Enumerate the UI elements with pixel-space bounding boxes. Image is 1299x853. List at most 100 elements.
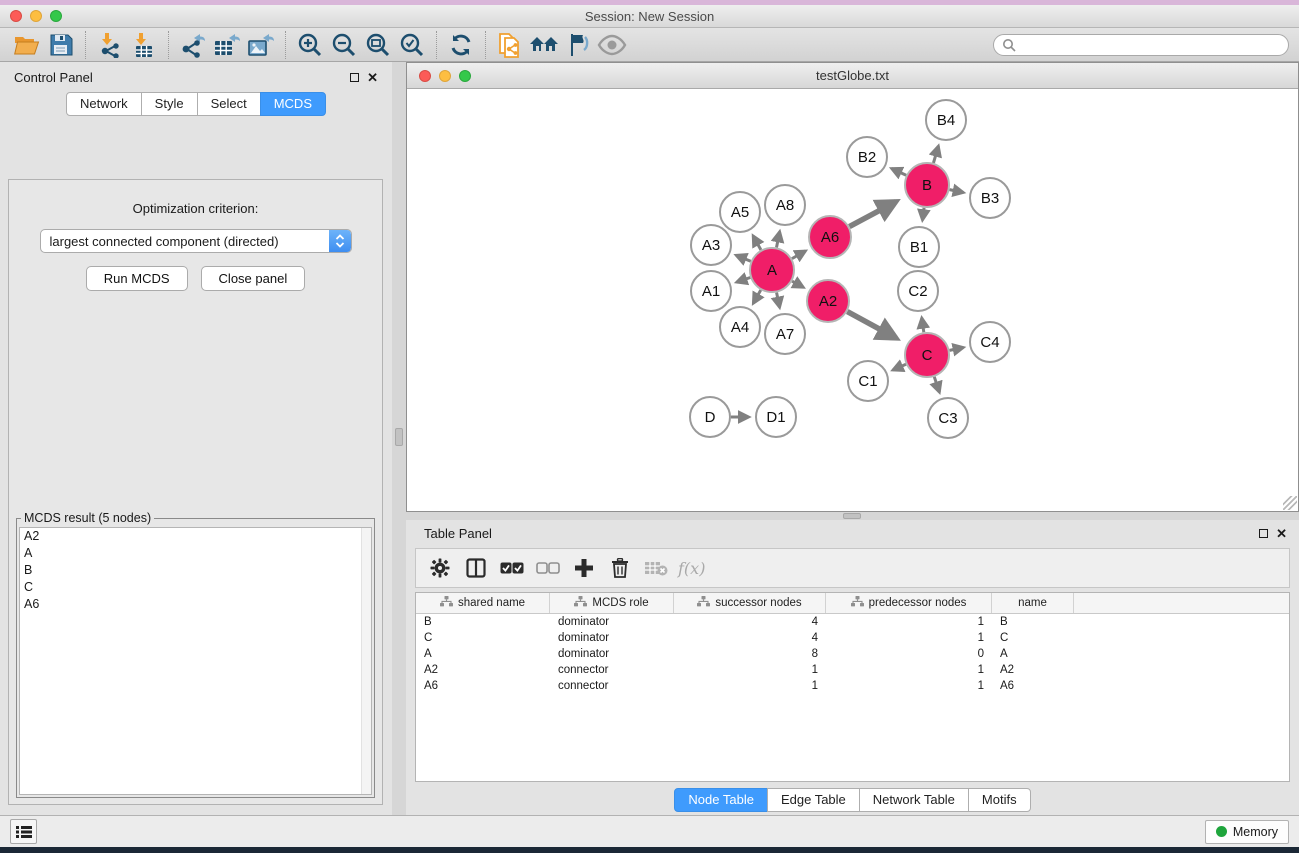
close-window-button[interactable]: [10, 10, 22, 22]
show-column-panel-icon[interactable]: [460, 553, 492, 583]
export-image-icon[interactable]: [244, 31, 278, 59]
mcds-result-item[interactable]: B: [20, 562, 371, 579]
table-cell[interactable]: 1: [826, 616, 992, 628]
table-cell[interactable]: 1: [826, 664, 992, 676]
network-zoom-button[interactable]: [459, 70, 471, 82]
graph-node-A7[interactable]: A7: [765, 314, 805, 354]
eye-icon[interactable]: [595, 31, 629, 59]
function-builder-icon[interactable]: f(x): [676, 559, 705, 578]
zoom-in-icon[interactable]: [293, 31, 327, 59]
horizontal-splitter[interactable]: [406, 512, 1299, 520]
table-row[interactable]: Adominator80A: [416, 646, 1289, 662]
select-all-columns-icon[interactable]: [496, 553, 528, 583]
overview-icon[interactable]: [527, 31, 561, 59]
tab-style[interactable]: Style: [141, 92, 198, 116]
column-header-MCDS-role[interactable]: MCDS role: [550, 593, 674, 613]
graph-edge-C-C1[interactable]: [893, 364, 906, 370]
graphics-details-icon[interactable]: [561, 31, 595, 59]
task-history-button[interactable]: [10, 819, 37, 844]
table-cell[interactable]: A: [416, 648, 550, 660]
network-close-button[interactable]: [419, 70, 431, 82]
graph-node-B2[interactable]: B2: [847, 137, 887, 177]
search-input[interactable]: [1016, 38, 1280, 52]
graph-node-A6[interactable]: A6: [809, 216, 851, 258]
refresh-icon[interactable]: [444, 31, 478, 59]
splitter-grip[interactable]: [395, 428, 403, 446]
window-resize-grip[interactable]: [1283, 496, 1297, 510]
import-network-icon[interactable]: [93, 31, 127, 59]
graph-node-A4[interactable]: A4: [720, 307, 760, 347]
graph-node-B4[interactable]: B4: [926, 100, 966, 140]
graph-node-C[interactable]: C: [905, 333, 949, 377]
table-cell[interactable]: C: [416, 632, 550, 644]
table-cell[interactable]: 8: [674, 648, 826, 660]
graph-node-B3[interactable]: B3: [970, 178, 1010, 218]
tab-mcds[interactable]: MCDS: [260, 92, 326, 116]
table-cell[interactable]: C: [992, 632, 1074, 644]
graph-node-C4[interactable]: C4: [970, 322, 1010, 362]
graph-edge-A-A7[interactable]: [777, 293, 780, 308]
mcds-result-item[interactable]: A2: [20, 528, 371, 545]
column-header-predecessor-nodes[interactable]: predecessor nodes: [826, 593, 992, 613]
zoom-fit-icon[interactable]: [361, 31, 395, 59]
graph-node-C3[interactable]: C3: [928, 398, 968, 438]
table-row[interactable]: A6connector11A6: [416, 678, 1289, 694]
tab-motifs[interactable]: Motifs: [968, 788, 1031, 812]
tab-network[interactable]: Network: [66, 92, 142, 116]
memory-button[interactable]: Memory: [1205, 820, 1289, 844]
table-cell[interactable]: 4: [674, 616, 826, 628]
tab-select[interactable]: Select: [197, 92, 261, 116]
float-panel-icon[interactable]: [1259, 529, 1268, 538]
table-cell[interactable]: A6: [992, 680, 1074, 692]
graph-edge-A-A2[interactable]: [792, 281, 803, 287]
graph-node-D[interactable]: D: [690, 397, 730, 437]
graph-node-A8[interactable]: A8: [765, 185, 805, 225]
network-window-titlebar[interactable]: testGlobe.txt: [407, 63, 1298, 89]
column-header-name[interactable]: name: [992, 593, 1074, 613]
graph-node-A3[interactable]: A3: [691, 225, 731, 265]
table-row[interactable]: Bdominator41B: [416, 614, 1289, 630]
table-cell[interactable]: 1: [674, 680, 826, 692]
table-cell[interactable]: 4: [674, 632, 826, 644]
mcds-result-scrollbar[interactable]: [361, 528, 371, 794]
table-cell[interactable]: connector: [550, 680, 674, 692]
run-mcds-button[interactable]: Run MCDS: [86, 266, 188, 291]
graph-edge-C-C3[interactable]: [934, 377, 939, 392]
table-cell[interactable]: A: [992, 648, 1074, 660]
zoom-out-icon[interactable]: [327, 31, 361, 59]
mcds-result-item[interactable]: C: [20, 579, 371, 596]
graph-edge-C-C2[interactable]: [922, 318, 924, 332]
float-panel-icon[interactable]: [350, 73, 359, 82]
close-panel-button[interactable]: Close panel: [201, 266, 306, 291]
mcds-result-item[interactable]: A6: [20, 596, 371, 613]
table-cell[interactable]: B: [416, 616, 550, 628]
import-table-icon[interactable]: [127, 31, 161, 59]
table-row[interactable]: Cdominator41C: [416, 630, 1289, 646]
table-cell[interactable]: 0: [826, 648, 992, 660]
search-box[interactable]: [993, 34, 1289, 56]
export-table-icon[interactable]: [210, 31, 244, 59]
zoom-window-button[interactable]: [50, 10, 62, 22]
table-cell[interactable]: A2: [416, 664, 550, 676]
graph-node-D1[interactable]: D1: [756, 397, 796, 437]
graph-node-C1[interactable]: C1: [848, 361, 888, 401]
network-minimize-button[interactable]: [439, 70, 451, 82]
delete-table-icon[interactable]: [640, 553, 672, 583]
mcds-result-list[interactable]: A2ABCA6: [19, 527, 372, 795]
splitter-grip[interactable]: [843, 513, 861, 519]
graph-edge-B-B4[interactable]: [933, 146, 938, 163]
graph-edge-A-A3[interactable]: [736, 255, 751, 261]
zoom-selected-icon[interactable]: [395, 31, 429, 59]
graph-edge-A-A6[interactable]: [792, 251, 805, 259]
graph-edge-C-C4[interactable]: [950, 347, 964, 350]
column-header-successor-nodes[interactable]: successor nodes: [674, 593, 826, 613]
table-cell[interactable]: dominator: [550, 648, 674, 660]
tab-edge-table[interactable]: Edge Table: [767, 788, 860, 812]
close-panel-icon[interactable]: ✕: [1276, 527, 1287, 540]
graph-node-B[interactable]: B: [905, 163, 949, 207]
column-header-shared-name[interactable]: shared name: [416, 593, 550, 613]
graph-edge-A2-C[interactable]: [847, 312, 896, 339]
graph-edge-B-B1[interactable]: [922, 208, 924, 220]
vertical-splitter[interactable]: [392, 62, 406, 815]
mcds-result-item[interactable]: A: [20, 545, 371, 562]
